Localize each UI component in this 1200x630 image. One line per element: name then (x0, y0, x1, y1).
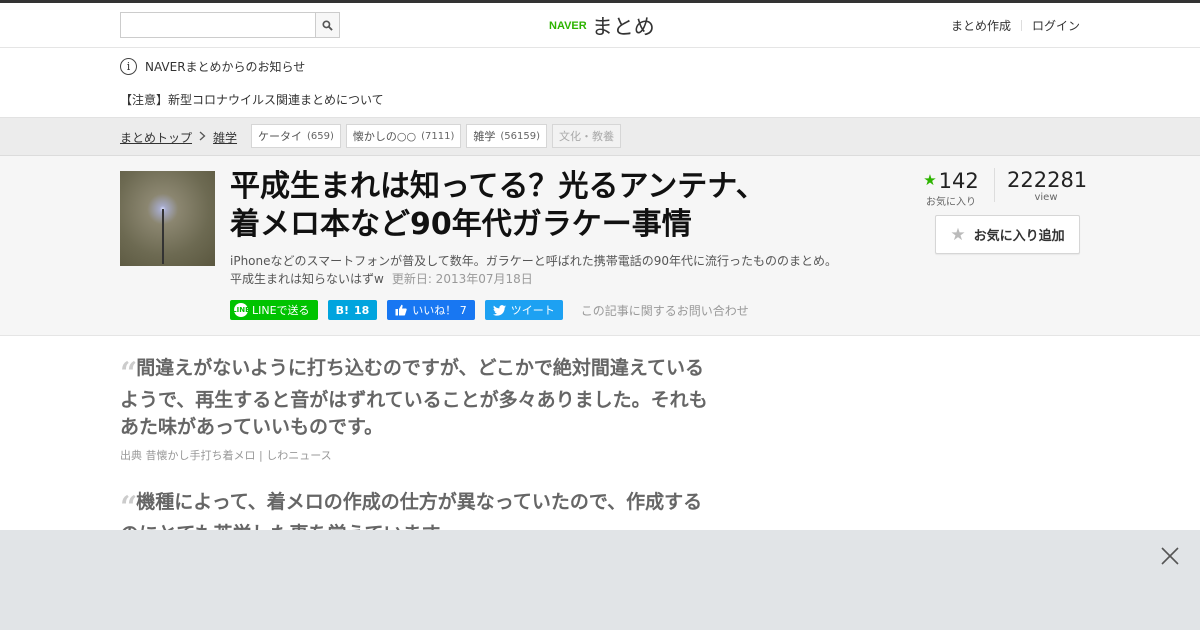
create-matome-link[interactable]: まとめ作成 (951, 17, 1011, 34)
tag-bunka[interactable]: 文化・教養 (551, 124, 621, 148)
quote-text: “間違えがないように打ち込むのですが、どこかで絶対間違えている ようで、再生する… (120, 355, 760, 441)
article-stats: ★142 お気に入り 222281 view (920, 168, 1088, 208)
tag-label: 雑学 (473, 130, 496, 143)
notice-title: NAVERまとめからのお知らせ (145, 60, 306, 74)
tag-natsukashi[interactable]: 懐かしの○○ (7111) (345, 124, 462, 148)
logo-naver: NAVER (549, 20, 587, 32)
favorites-stat: ★142 お気に入り (920, 168, 982, 208)
views-stat: 222281 view (1007, 168, 1088, 208)
share-bar: LINE LINEで送る B! 18 いいね！ 7 ツイート この記事に関するお… (230, 300, 749, 320)
updated-date: 更新日: 2013年07月18日 (391, 272, 533, 286)
header: NAVER まとめ まとめ作成 ログイン (0, 3, 1200, 48)
notice-item-link[interactable]: 【注意】新型コロナウイルス関連まとめについて (120, 91, 384, 108)
thumbs-up-icon (395, 304, 407, 316)
breadcrumb: まとめトップ 雑学 (120, 129, 237, 146)
facebook-like-button[interactable]: いいね！ 7 (387, 300, 475, 320)
site-logo[interactable]: NAVER まとめ (549, 11, 655, 41)
contact-link[interactable]: この記事に関するお問い合わせ (581, 302, 749, 319)
facebook-like-label: いいね！ 7 (412, 304, 467, 317)
tag-keitai[interactable]: ケータイ (659) (251, 124, 341, 148)
breadcrumb-category-link[interactable]: 雑学 (213, 129, 237, 146)
quote-line: 間違えがないように打ち込むのですが、どこかで絶対間違えている (136, 357, 704, 379)
hatena-count: 18 (353, 303, 370, 317)
quote-mark-icon: “ (120, 490, 137, 525)
quote-source: 出典 昔懐かし手打ち着メロ | しわニュース (120, 447, 760, 463)
tag-count: (659) (307, 130, 334, 142)
quote-line: ようで、再生すると音がはずれていることが多々ありました。それも (120, 389, 708, 411)
tweet-label: ツイート (510, 304, 555, 317)
header-links: まとめ作成 ログイン (951, 17, 1080, 34)
logo-matome: まとめ (591, 15, 655, 39)
line-share-button[interactable]: LINE LINEで送る (230, 300, 318, 320)
tag-zatsugaku[interactable]: 雑学 (56159) (466, 124, 547, 148)
article-header: 平成生まれは知ってる？光るアンテナ、 着メロ本など90年代ガラケー事情 iPho… (0, 156, 1200, 336)
search-box (120, 12, 340, 38)
login-link[interactable]: ログイン (1032, 17, 1080, 34)
add-favorite-label: お気に入り追加 (973, 229, 1065, 244)
favorites-count: 142 (938, 169, 979, 193)
tag-label: 懐かしの○○ (352, 130, 417, 143)
title-line-1: 平成生まれは知ってる？光るアンテナ、 (230, 169, 766, 204)
search-icon (322, 19, 333, 31)
notice-area: i NAVERまとめからのお知らせ 【注意】新型コロナウイルス関連まとめについて (0, 48, 1200, 118)
views-count: 222281 (1007, 168, 1088, 192)
favorites-label: お気に入り (926, 197, 976, 208)
hatena-bookmark-button[interactable]: B! 18 (327, 300, 378, 320)
search-input[interactable] (120, 12, 315, 38)
hatena-icon: B! (335, 303, 349, 317)
quote-block: “間違えがないように打ち込むのですが、どこかで絶対間違えている ようで、再生する… (120, 355, 760, 463)
tag-list: ケータイ (659) 懐かしの○○ (7111) 雑学 (56159) 文化・教… (251, 124, 626, 148)
tag-label: ケータイ (258, 130, 302, 143)
star-outline-icon: ★ (950, 224, 966, 245)
desc-line-2: 平成生まれは知らないはずw (230, 272, 384, 286)
twitter-bird-icon (492, 304, 506, 316)
tag-count: (7111) (421, 130, 455, 142)
desc-line-1: iPhoneなどのスマートフォンが普及して数年。ガラケーと呼ばれた携帯電話の90… (230, 254, 838, 268)
header-divider (1020, 20, 1022, 31)
source-link[interactable]: 昔懐かし手打ち着メロ | しわニュース (146, 449, 332, 462)
star-icon: ★ (923, 171, 937, 189)
quote-mark-icon: “ (120, 356, 137, 391)
line-share-label: LINEで送る (252, 304, 310, 317)
notice-heading: i NAVERまとめからのお知らせ (120, 58, 305, 75)
article-thumbnail (120, 171, 215, 266)
breadcrumb-bar: まとめトップ 雑学 ケータイ (659) 懐かしの○○ (7111) 雑学 (5… (0, 118, 1200, 156)
tweet-button[interactable]: ツイート (484, 300, 563, 320)
add-favorite-button[interactable]: ★ お気に入り追加 (935, 215, 1080, 254)
quote-line: あた味があっていいものです。 (120, 416, 384, 438)
tag-label: 文化・教養 (558, 130, 614, 143)
bottom-ad-overlay (0, 530, 1200, 630)
info-icon: i (120, 58, 137, 75)
stats-divider (994, 168, 995, 202)
breadcrumb-top-link[interactable]: まとめトップ (120, 129, 192, 146)
chevron-right-icon (199, 131, 206, 144)
tag-count: (56159) (500, 130, 540, 142)
title-line-2: 着メロ本など90年代ガラケー事情 (230, 207, 692, 242)
article-title: 平成生まれは知ってる？光るアンテナ、 着メロ本など90年代ガラケー事情 (230, 168, 850, 244)
article-description: iPhoneなどのスマートフォンが普及して数年。ガラケーと呼ばれた携帯電話の90… (230, 252, 870, 288)
search-button[interactable] (315, 12, 340, 38)
close-icon (1161, 547, 1179, 565)
source-label: 出典 (120, 449, 142, 462)
quote-line: 機種によって、着メロの作成の仕方が異なっていたので、作成する (136, 491, 703, 513)
views-label: view (1034, 192, 1058, 203)
close-overlay-button[interactable] (1160, 546, 1180, 566)
line-icon: LINE (232, 303, 250, 317)
